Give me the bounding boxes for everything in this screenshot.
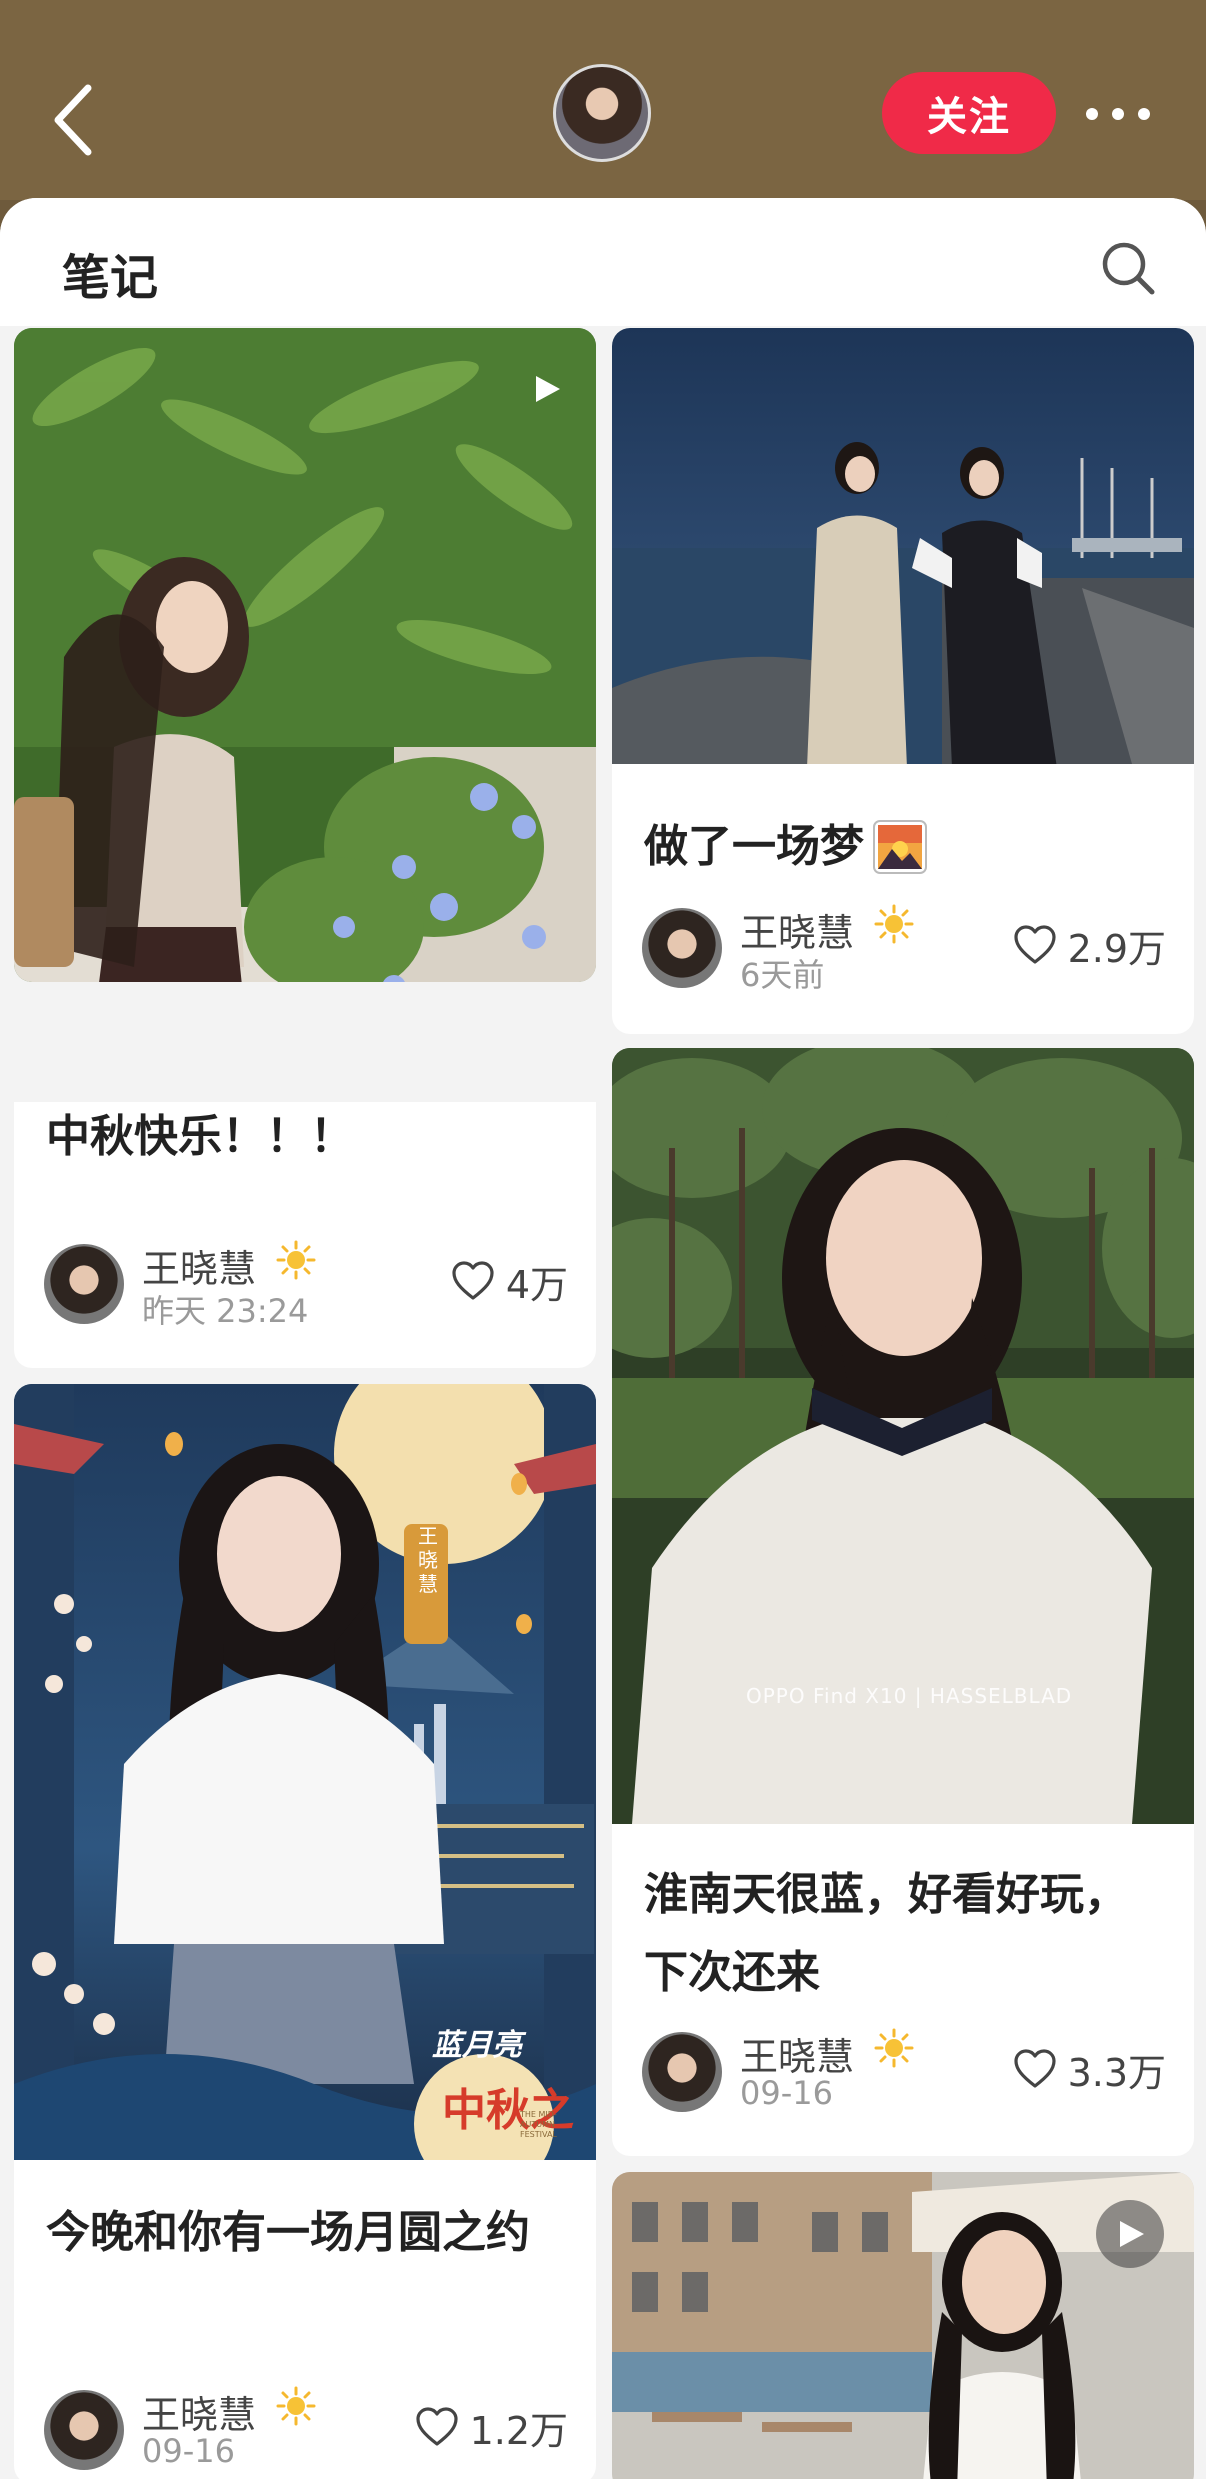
poster-badge-text: 王晓慧 <box>418 1524 438 1596</box>
heart-outline-icon <box>1013 925 1056 964</box>
note-meta: 王晓慧 09-16 1.2万 <box>44 2384 568 2474</box>
author-avatar[interactable] <box>642 2032 722 2112</box>
like-button[interactable]: 3.3万 <box>1012 2044 1166 2095</box>
post-time: 09-16 <box>142 2432 235 2470</box>
sun-badge-icon <box>874 2028 914 2068</box>
chevron-left-icon[interactable] <box>44 80 104 160</box>
note-title: 淮南天很蓝，好看好玩，下次还来 <box>644 1869 1128 1998</box>
poster-brand-text: 蓝月亮 <box>432 2028 522 2063</box>
notes-sheet: 笔记 做了一场梦 王晓慧 6天前 2.9万 OPPO Find X10 | HA… <box>0 198 1206 2479</box>
note-card[interactable]: 做了一场梦 王晓慧 6天前 2.9万 <box>612 328 1194 1034</box>
post-time: 6天前 <box>740 956 825 994</box>
post-time: 昨天 23:24 <box>142 1292 309 1330</box>
play-button[interactable] <box>1096 2200 1164 2268</box>
note-meta: 王晓慧 昨天 23:24 4万 <box>44 1238 568 1330</box>
follow-button[interactable]: 关注 <box>882 72 1056 154</box>
author-name[interactable]: 王晓慧 <box>740 2026 854 2081</box>
note-title: 今晚和你有一场月圆之约 <box>46 2207 530 2258</box>
author-avatar[interactable] <box>44 2390 124 2470</box>
play-icon <box>1120 2221 1144 2247</box>
like-button[interactable]: 4万 <box>450 1256 568 1307</box>
note-cover-image <box>612 328 1194 764</box>
sun-badge-icon <box>874 904 914 944</box>
heart-outline-icon <box>452 1261 494 1300</box>
like-count: 3.3万 <box>1067 2050 1166 2095</box>
heart-outline-icon <box>415 2407 458 2446</box>
like-button[interactable]: 2.9万 <box>1012 920 1166 971</box>
search-icon[interactable] <box>1098 238 1158 298</box>
author-avatar[interactable] <box>642 908 722 988</box>
note-meta: 王晓慧 6天前 2.9万 <box>642 902 1166 994</box>
note-title: 做了一场梦 <box>644 808 1166 886</box>
like-count: 2.9万 <box>1067 926 1166 971</box>
like-button[interactable]: 1.2万 <box>414 2402 568 2453</box>
like-count: 1.2万 <box>469 2408 568 2453</box>
author-name[interactable]: 王晓慧 <box>142 1238 256 1293</box>
sheet-header: 笔记 <box>0 198 1206 326</box>
top-bar: 关注 <box>0 0 1206 200</box>
note-card[interactable]: 王晓慧 蓝月亮 中秋之 THE MID-AUTUMN FESTIVAL 今晚和你… <box>14 1384 596 2479</box>
note-title: 中秋快乐！！！ <box>46 1111 354 1162</box>
sun-badge-icon <box>276 1240 316 1280</box>
poster-subtitle-text: THE MID-AUTUMN FESTIVAL <box>520 2110 557 2139</box>
sun-badge-icon <box>276 2386 316 2426</box>
author-avatar[interactable] <box>44 1244 124 1324</box>
author-name[interactable]: 王晓慧 <box>740 902 854 957</box>
heart-outline-icon <box>1013 2049 1056 2088</box>
sunrise-over-mountains-emoji <box>873 820 927 874</box>
note-meta: 王晓慧 09-16 3.3万 <box>642 2026 1166 2116</box>
profile-avatar[interactable] <box>553 64 651 162</box>
note-card-footer: 中秋快乐！！！ 王晓慧 昨天 23:24 4万 <box>14 1102 596 1368</box>
note-card[interactable]: OPPO Find X10 | HASSELBLAD 淮南天很蓝，好看好玩，下次… <box>612 1048 1194 2156</box>
image-watermark: OPPO Find X10 | HASSELBLAD <box>746 1684 1073 1708</box>
author-name[interactable]: 王晓慧 <box>142 2384 256 2439</box>
like-count: 4万 <box>505 1262 568 1307</box>
sheet-title: 笔记 <box>62 250 159 306</box>
note-card[interactable] <box>612 2172 1194 2479</box>
post-time: 09-16 <box>740 2074 833 2112</box>
more-dots-icon[interactable] <box>1086 96 1176 132</box>
